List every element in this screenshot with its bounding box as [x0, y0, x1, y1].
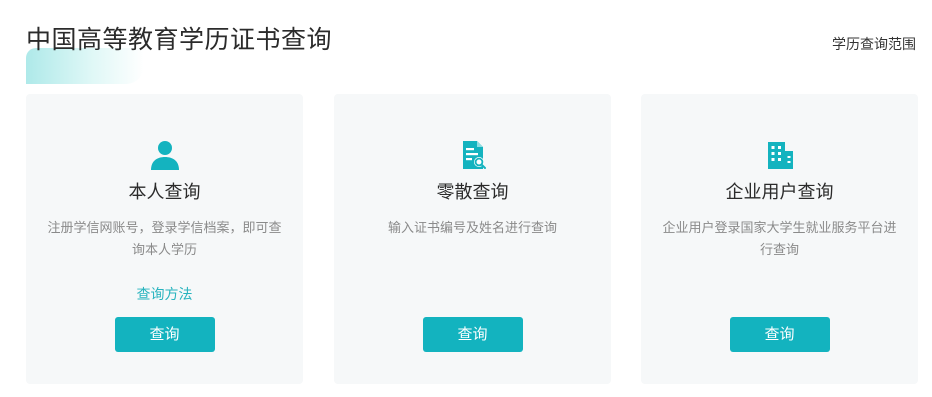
card-title: 本人查询: [128, 182, 201, 203]
page-title: 中国高等教育学历证书查询: [26, 25, 333, 54]
card-enterprise-query: 企业用户查询 企业用户登录国家大学生就业服务平台进行查询 查询: [641, 94, 918, 384]
card-title: 企业用户查询: [725, 182, 834, 203]
card-description: 企业用户登录国家大学生就业服务平台进行查询: [662, 221, 897, 258]
page-header: 中国高等教育学历证书查询: [26, 20, 333, 84]
person-icon: [150, 141, 179, 170]
card-description: 注册学信网账号，登录学信档案，即可查询本人学历: [47, 221, 282, 258]
single-query-button[interactable]: 查询: [422, 317, 523, 352]
personal-query-button[interactable]: 查询: [114, 317, 215, 352]
card-personal-query: 本人查询 注册学信网账号，登录学信档案，即可查询本人学历 查询方法 查询: [26, 94, 303, 384]
card-description: 输入证书编号及姓名进行查询: [387, 221, 557, 236]
card-single-query: 零散查询 输入证书编号及姓名进行查询 查询: [334, 94, 611, 384]
query-method-link[interactable]: 查询方法: [26, 284, 303, 304]
enterprise-query-button[interactable]: 查询: [729, 317, 830, 352]
building-icon: [767, 142, 793, 169]
document-search-icon: [462, 141, 486, 169]
page: 中国高等教育学历证书查询 学历查询范围 本人查询 注册学信网账号，登录学信档案，…: [0, 0, 932, 397]
education-scope-link[interactable]: 学历查询范围: [832, 34, 916, 54]
query-cards: 本人查询 注册学信网账号，登录学信档案，即可查询本人学历 查询方法 查询 零散查…: [26, 94, 918, 384]
card-title: 零散查询: [436, 182, 509, 203]
